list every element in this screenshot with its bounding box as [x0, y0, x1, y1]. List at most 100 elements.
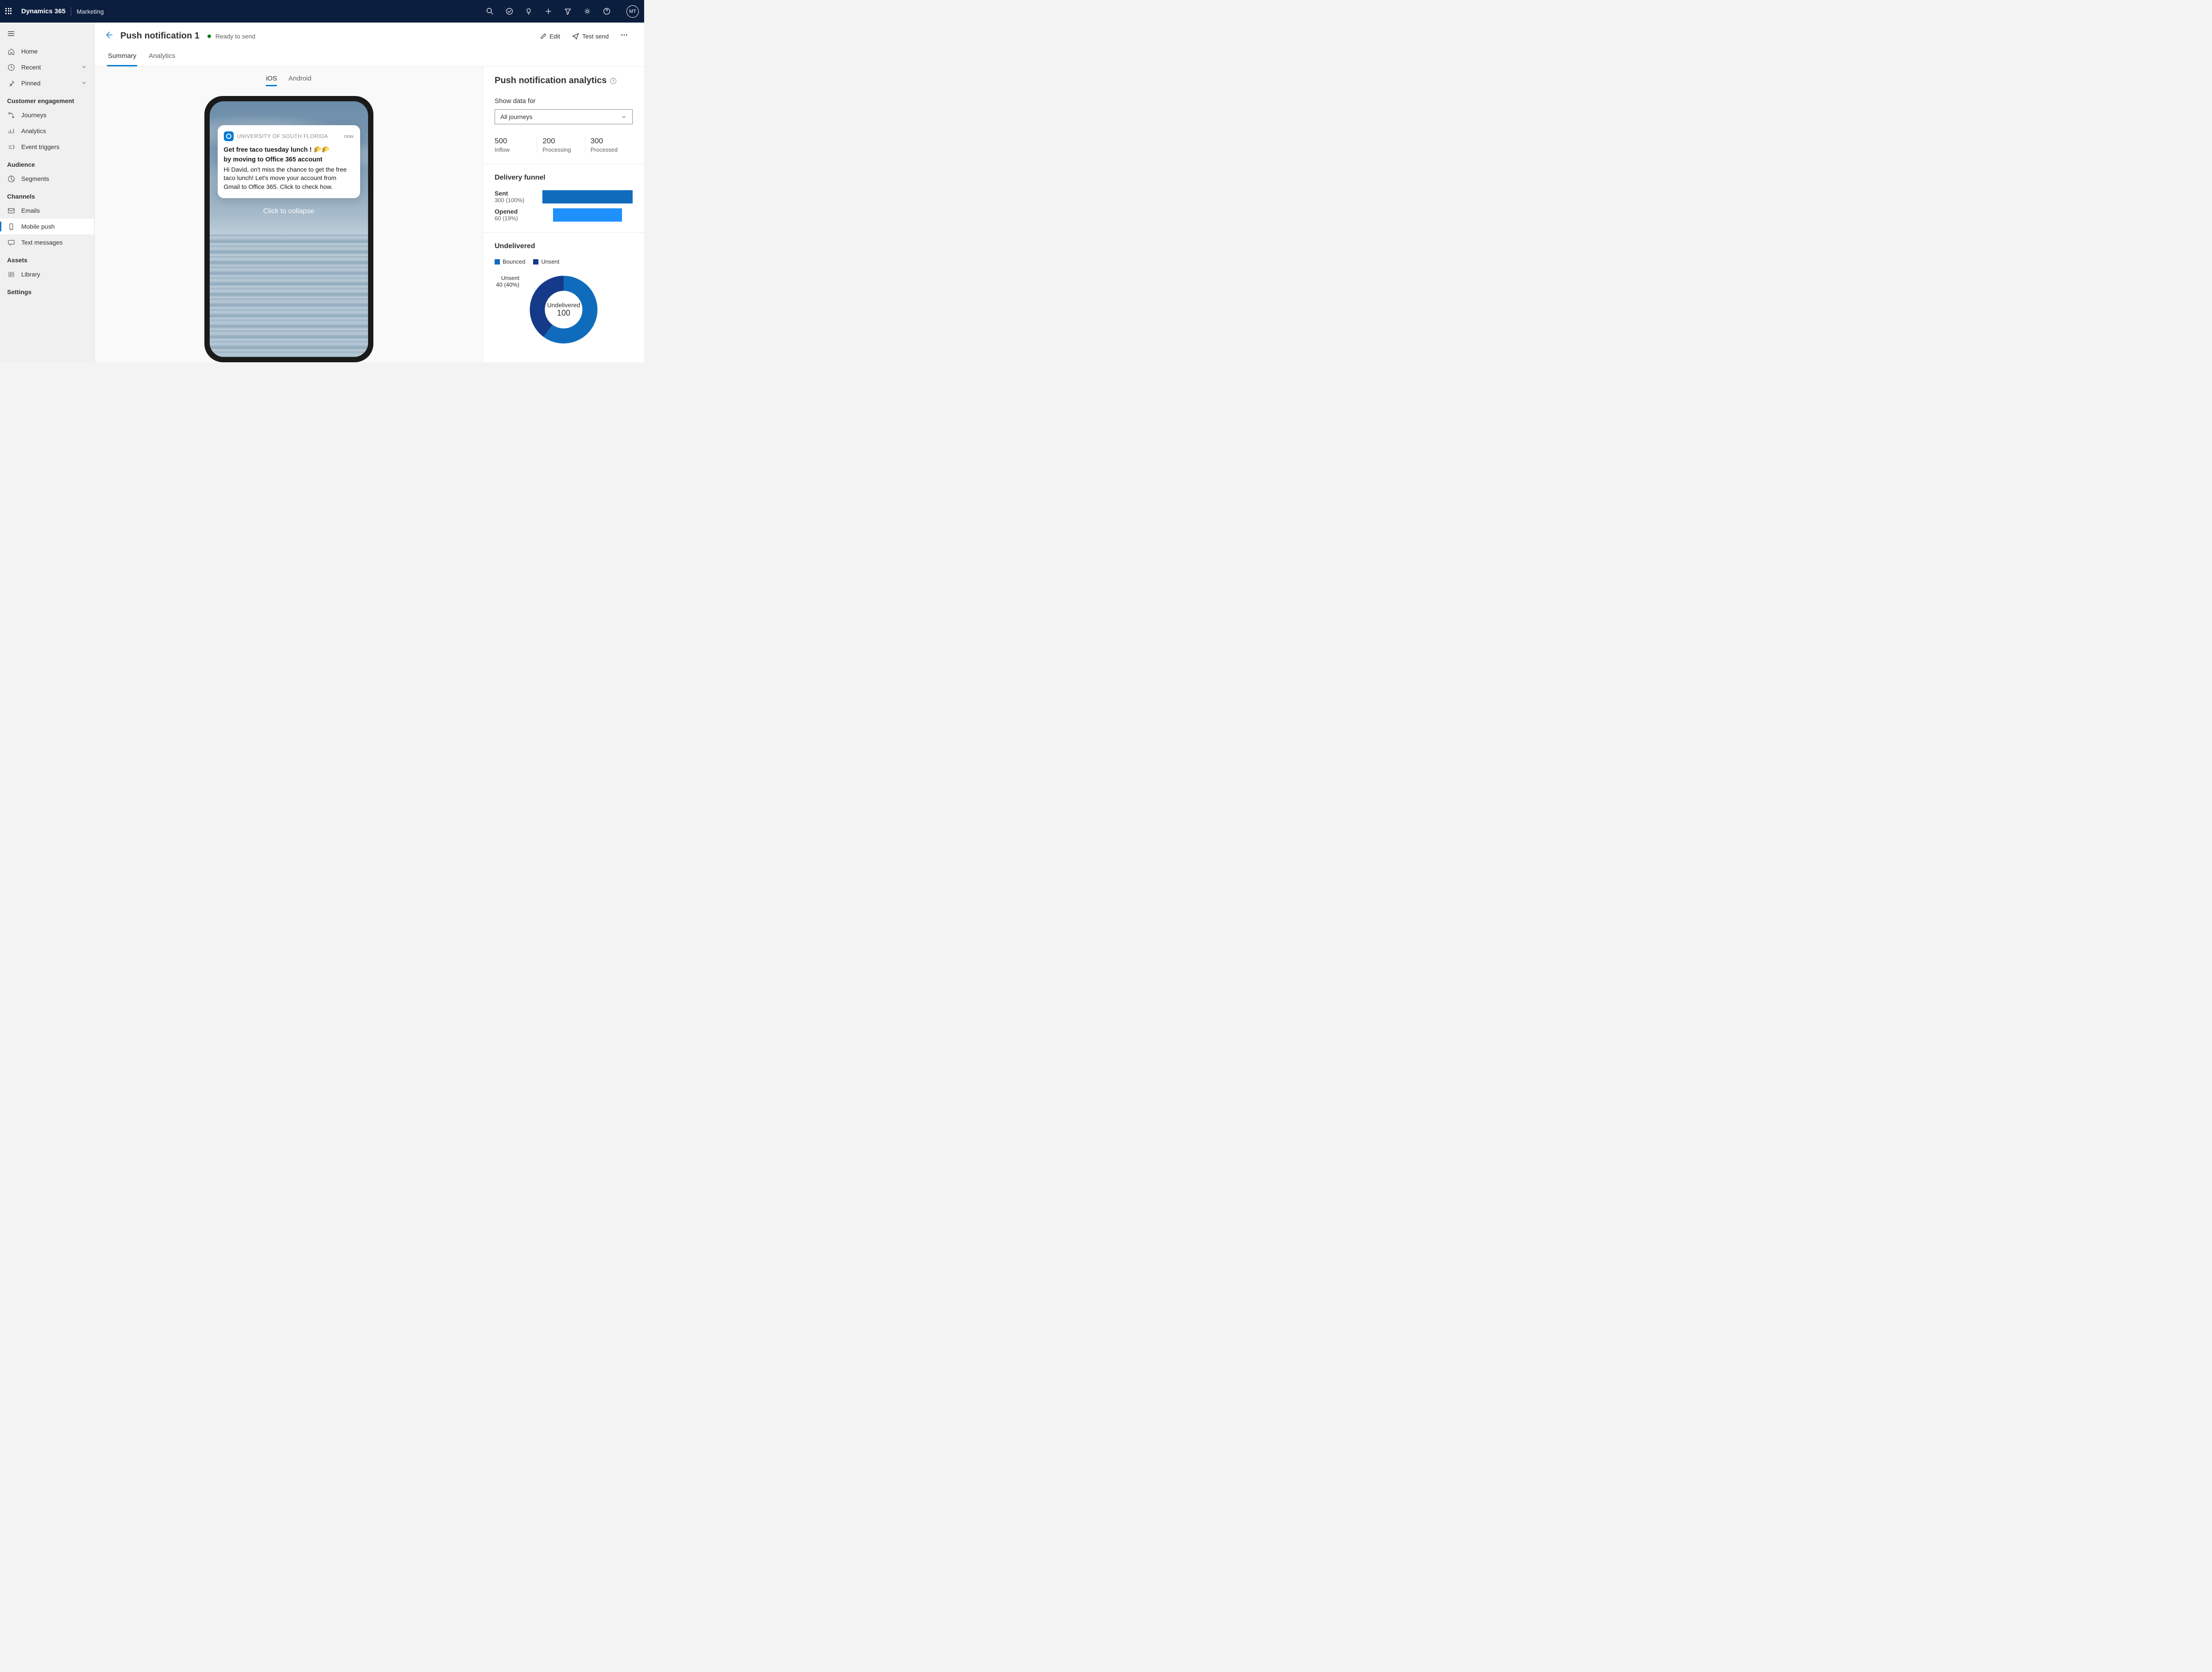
sidebar-item-label: Event triggers — [21, 143, 59, 150]
subbrand: Marketing — [77, 8, 104, 15]
analytics-panel: Push notification analytics i Show data … — [483, 67, 644, 362]
delivery-funnel-heading: Delivery funnel — [495, 174, 633, 182]
info-icon[interactable]: i — [610, 78, 616, 84]
sidebar-item-label: Journeys — [21, 111, 46, 119]
search-icon[interactable] — [486, 8, 494, 15]
legend-bounced: Bounced — [495, 258, 525, 265]
clock-icon — [7, 63, 15, 71]
sidebar-item-label: Segments — [21, 175, 49, 182]
sidebar-item-mobile-push[interactable]: Mobile push — [0, 219, 94, 234]
kpi-row: 500 Inflow 200 Processing 300 Processed — [495, 137, 633, 153]
test-send-label: Test send — [582, 33, 609, 40]
app-launcher-icon[interactable] — [5, 8, 12, 15]
kpi-processed: 300 Processed — [585, 137, 633, 153]
sidebar-item-analytics[interactable]: Analytics — [0, 123, 94, 139]
sidebar-item-event-triggers[interactable]: Event triggers — [0, 139, 94, 155]
edit-button[interactable]: Edit — [536, 31, 564, 42]
device-tab-android[interactable]: Android — [288, 75, 311, 86]
filter-icon[interactable] — [564, 8, 572, 15]
analytics-title: Push notification analytics i — [495, 76, 633, 86]
nav-section-channels: Channels — [0, 187, 94, 203]
undelivered-donut: Unsent 40 (40%) Undelivered 100 — [495, 272, 633, 347]
sidebar-item-library[interactable]: Library — [0, 266, 94, 282]
pin-icon — [7, 79, 15, 87]
device-tabs: iOS Android — [266, 75, 311, 86]
sidebar-item-label: Analytics — [21, 127, 46, 134]
hamburger-icon[interactable] — [0, 26, 94, 43]
gear-icon[interactable] — [583, 8, 591, 15]
sidebar-item-journeys[interactable]: Journeys — [0, 107, 94, 123]
edit-label: Edit — [549, 33, 560, 40]
help-icon[interactable] — [603, 8, 611, 15]
legend-unsent: Unsent — [533, 258, 559, 265]
journey-filter-dropdown[interactable]: All journeys — [495, 109, 633, 124]
sidebar-item-pinned[interactable]: Pinned — [0, 75, 94, 91]
funnel-row-opened: Opened 60 (19%) — [495, 208, 633, 222]
home-icon — [7, 47, 15, 55]
analytics-icon — [7, 127, 15, 135]
notification-card: UNIVERSITY OF SOUTH FLORIDA now Get free… — [218, 125, 360, 198]
device-tab-ios[interactable]: iOS — [266, 75, 277, 86]
funnel-bar-opened — [553, 208, 622, 222]
notification-time: now — [344, 133, 353, 139]
sidebar-item-label: Emails — [21, 207, 40, 214]
notification-title-line1: Get free taco tuesday lunch ! 🌮🌮 — [224, 146, 354, 154]
dropdown-value: All journeys — [500, 113, 532, 120]
sidebar-item-label: Pinned — [21, 80, 41, 87]
chevron-down-icon — [81, 64, 87, 71]
task-check-icon[interactable] — [505, 8, 513, 15]
page-title: Push notification 1 — [120, 31, 200, 41]
page-header: Push notification 1 Ready to send Edit T… — [95, 23, 644, 48]
sidebar-item-label: Library — [21, 271, 40, 278]
sidebar-item-label: Home — [21, 48, 38, 55]
sidebar-item-label: Mobile push — [21, 223, 55, 230]
status-dot — [207, 35, 211, 38]
back-button[interactable] — [102, 28, 116, 44]
funnel-bar-sent — [542, 190, 633, 203]
funnel-row-sent: Sent 300 (100%) — [495, 190, 633, 203]
journeys-icon — [7, 111, 15, 119]
sidebar-item-label: Recent — [21, 64, 41, 71]
sidebar-item-label: Text messages — [21, 239, 62, 246]
topbar: Dynamics 365 Marketing MT — [0, 0, 644, 23]
nav-section-settings: Settings — [0, 282, 94, 298]
tabs: Summary Analytics — [95, 48, 644, 67]
nav-section-customer-engagement: Customer engagement — [0, 91, 94, 107]
main-content: Push notification 1 Ready to send Edit T… — [95, 23, 644, 362]
undelivered-heading: Undelivered — [495, 242, 633, 250]
avatar[interactable]: MT — [626, 5, 639, 18]
chevron-down-icon — [81, 80, 87, 87]
sidebar-item-segments[interactable]: Segments — [0, 171, 94, 187]
app-icon — [224, 131, 234, 141]
text-message-icon — [7, 238, 15, 246]
plus-icon[interactable] — [544, 8, 552, 15]
status-text: Ready to send — [215, 33, 255, 40]
notification-app-name: UNIVERSITY OF SOUTH FLORIDA — [237, 133, 328, 139]
sidebar-item-recent[interactable]: Recent — [0, 59, 94, 75]
undelivered-legend: Bounced Unsent — [495, 258, 633, 265]
library-icon — [7, 270, 15, 278]
nav-section-assets: Assets — [0, 250, 94, 266]
sidebar-item-emails[interactable]: Emails — [0, 203, 94, 219]
collapse-button[interactable]: Click to collapse — [210, 207, 368, 215]
show-data-for-label: Show data for — [495, 97, 633, 105]
preview-area: iOS Android UNIVERSITY OF SOUTH FLORIDA … — [95, 67, 483, 362]
sidebar-item-text-messages[interactable]: Text messages — [0, 234, 94, 250]
sidebar: Home Recent Pinned Customer engagement J… — [0, 23, 95, 362]
brand: Dynamics 365 — [21, 8, 65, 15]
tab-analytics[interactable]: Analytics — [148, 48, 176, 66]
phone-preview: UNIVERSITY OF SOUTH FLORIDA now Get free… — [204, 96, 373, 362]
more-menu-icon[interactable] — [617, 29, 632, 43]
sidebar-item-home[interactable]: Home — [0, 43, 94, 59]
triggers-icon — [7, 143, 15, 151]
nav-section-audience: Audience — [0, 155, 94, 171]
notification-title-line2: by moving to Office 365 account — [224, 155, 354, 164]
email-icon — [7, 207, 15, 215]
lightbulb-icon[interactable] — [525, 8, 533, 15]
tab-summary[interactable]: Summary — [107, 48, 137, 66]
mobile-icon — [7, 222, 15, 230]
test-send-button[interactable]: Test send — [568, 31, 612, 42]
notification-body: Hi David, on't miss the chance to get th… — [224, 165, 354, 192]
kpi-inflow: 500 Inflow — [495, 137, 537, 153]
kpi-processing: 200 Processing — [537, 137, 585, 153]
